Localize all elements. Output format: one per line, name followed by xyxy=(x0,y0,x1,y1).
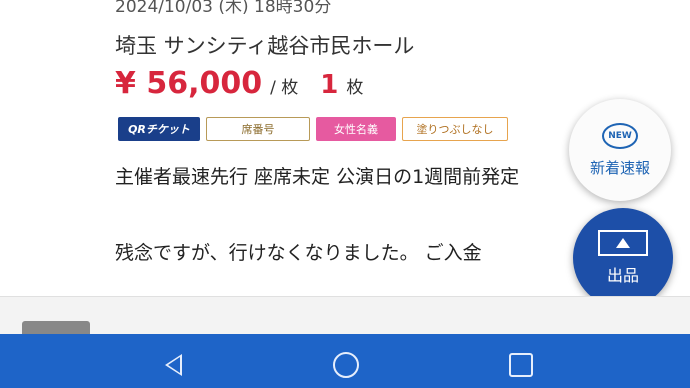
new-arrivals-button[interactable]: NEW 新着速報 xyxy=(569,99,671,201)
back-button[interactable] xyxy=(158,350,188,380)
tag-no-fill: 塗りつぶしなし xyxy=(402,117,508,141)
create-listing-label: 出品 xyxy=(606,266,639,285)
price-per-unit: / 枚 xyxy=(270,78,299,98)
price-row: ¥ 56,000 / 枚 1 枚 xyxy=(115,66,363,104)
listing-tags: QRチケット 席番号 女性名義 塗りつぶしなし xyxy=(118,117,508,141)
home-circle-icon xyxy=(333,352,359,378)
android-navigation-bar xyxy=(0,334,690,388)
ticket-price: ¥ 56,000 xyxy=(115,66,263,101)
next-listing-preview[interactable] xyxy=(0,296,690,337)
seller-message: 残念ですが、行けなくなりました。 ご入金 xyxy=(115,242,482,264)
tag-qr-ticket: QRチケット xyxy=(118,117,200,141)
quantity-unit: 枚 xyxy=(346,78,364,98)
home-button[interactable] xyxy=(331,350,361,380)
back-triangle-icon xyxy=(164,354,182,376)
event-venue: 埼玉 サンシティ越谷市民ホール xyxy=(115,34,415,58)
listing-description: 主催者最速先行 座席未定 公演日の1週間前発定 xyxy=(115,166,520,188)
tag-female-name: 女性名義 xyxy=(316,117,396,141)
tag-seat-number: 席番号 xyxy=(206,117,310,141)
ticket-quantity: 1 xyxy=(320,70,339,100)
event-datetime: 2024/10/03 (木) 18時30分 xyxy=(115,0,332,17)
new-badge-icon: NEW xyxy=(602,122,638,149)
new-arrivals-label: 新着速報 xyxy=(589,158,650,177)
create-listing-button[interactable]: 出品 xyxy=(573,208,673,308)
recent-apps-button[interactable] xyxy=(506,350,536,380)
ticket-upload-icon xyxy=(598,230,648,256)
recent-apps-square-icon xyxy=(509,353,533,377)
